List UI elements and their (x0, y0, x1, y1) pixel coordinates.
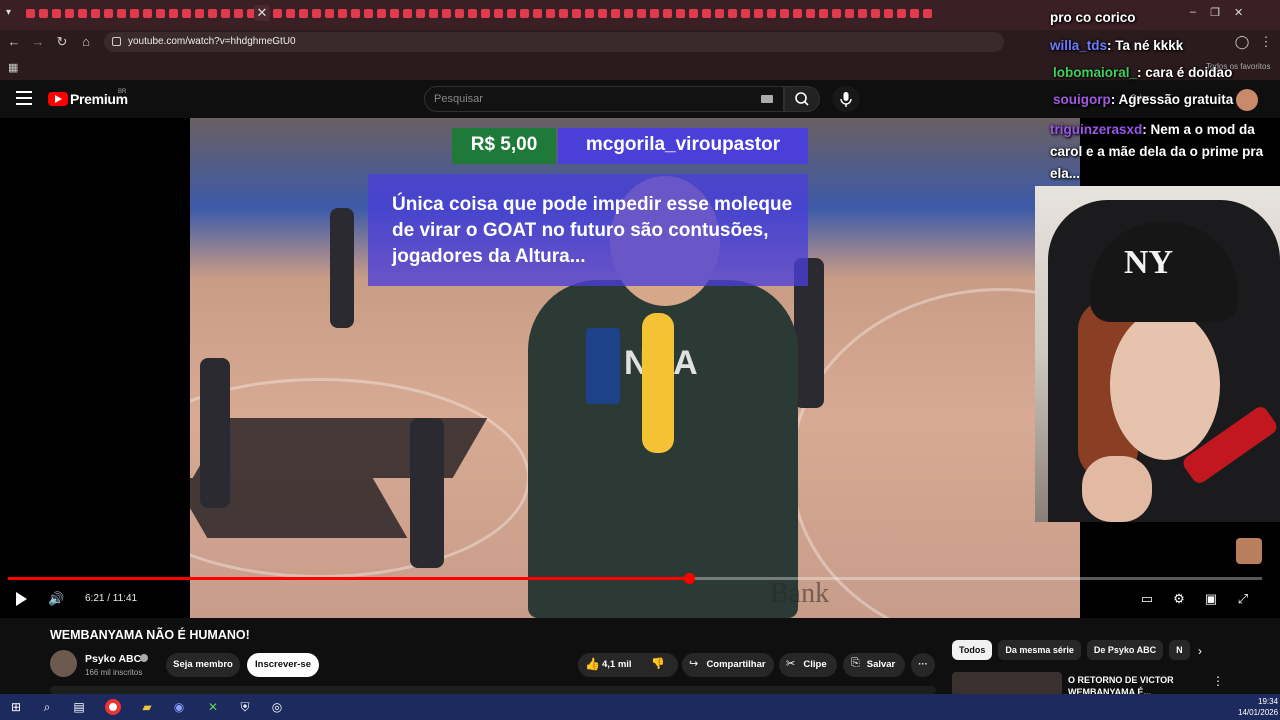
small-avatar (1236, 538, 1262, 564)
like-count: 4,1 mil (602, 659, 632, 670)
search-icon (795, 92, 809, 106)
back-icon[interactable]: ← (6, 34, 22, 50)
verified-icon (140, 654, 148, 662)
search-input[interactable] (434, 92, 734, 106)
chat-username: lobomaioral_ (1053, 65, 1138, 80)
chip-all[interactable]: Todos (952, 640, 993, 660)
thumbs-up-icon: 👍 (585, 657, 600, 671)
court-sponsor-text: Bank (770, 578, 830, 609)
close-window-icon[interactable]: ✕ (1234, 6, 1243, 19)
streamer-face (1110, 310, 1220, 460)
save-label: Salvar (866, 659, 896, 670)
subscriber-count: 166 mil inscritos (85, 668, 143, 677)
chat-message: pro co corico (1050, 10, 1136, 25)
home-icon[interactable]: ⌂ (78, 34, 94, 50)
clock-date: 14/01/2026 (1238, 708, 1279, 717)
time-display: 6:21 / 11:41 (85, 593, 138, 604)
rubber-chicken-prop (642, 313, 674, 453)
share-icon: ↪ (689, 658, 699, 670)
minimize-icon[interactable]: – (1190, 6, 1196, 19)
chat-username: willa_tds (1050, 38, 1108, 53)
play-button[interactable] (14, 592, 28, 606)
progress-played (8, 577, 689, 580)
channel-name[interactable]: Psyko ABC (85, 653, 141, 665)
chevron-right-icon[interactable]: › (1198, 644, 1202, 658)
settings-gear-icon[interactable]: ⚙ (1171, 591, 1187, 607)
chat-message: triguinzerasxd: Nem a o mod da carol e a… (1050, 122, 1264, 181)
progress-scrubber[interactable] (683, 573, 695, 584)
site-info-icon[interactable] (112, 37, 121, 46)
donation-amount: R$ 5,00 (470, 134, 538, 155)
search-icon[interactable]: ⌕ (38, 698, 56, 716)
shield-icon[interactable]: ⛨ (236, 698, 254, 716)
microphone-icon (840, 92, 852, 107)
recommended-more-icon[interactable]: ⋮ (1212, 674, 1224, 688)
windows-taskbar (0, 694, 1280, 720)
volume-icon[interactable]: 🔊 (48, 592, 64, 606)
donation-message: Única coisa que pode impedir esse molequ… (392, 194, 793, 267)
clock-time: 19:34 (1258, 697, 1279, 706)
recommended-title[interactable]: O RETORNO DE VICTOR WEMBANYAMA É... (1068, 674, 1208, 696)
subscribe-button[interactable]: Inscrever-se (247, 653, 319, 677)
menu-icon[interactable] (16, 91, 32, 105)
chat-username: souigorp (1053, 92, 1111, 107)
streamer-hand (1082, 456, 1152, 522)
youtube-logo-icon[interactable] (48, 92, 68, 106)
share-label: Compartilhar (706, 659, 766, 670)
search-button[interactable] (784, 86, 820, 112)
discord-icon[interactable]: ◉ (170, 698, 188, 716)
miniplayer-icon[interactable]: ▣ (1203, 591, 1219, 607)
tab-search-icon[interactable]: ▾ (6, 7, 22, 23)
join-button[interactable]: Seja membro (166, 653, 240, 677)
chat-message: lobomaioral_: cara é doidao (1053, 65, 1233, 80)
chip-next[interactable]: N (1169, 640, 1190, 660)
nba-logo-icon (586, 328, 620, 404)
forward-icon[interactable]: → (30, 34, 46, 50)
thumbs-down-icon[interactable]: 👎 (651, 657, 665, 670)
xbox-icon[interactable]: ✕ (204, 698, 222, 716)
reload-icon[interactable]: ↻ (54, 34, 70, 50)
windows-start-icon[interactable]: ⊞ (7, 698, 25, 716)
profile-icon[interactable]: ◯ (1234, 34, 1250, 50)
bookmark-icon: ⎘ (851, 657, 860, 669)
donor-name: mcgorila_viroupastor (585, 134, 781, 155)
channel-avatar[interactable] (50, 650, 77, 677)
chip-from-channel[interactable]: De Psyko ABC (1086, 640, 1164, 660)
url-text[interactable]: youtube.com/watch?v=hhdghmeGtU0 (128, 36, 296, 47)
chrome-icon[interactable] (105, 699, 121, 715)
chip-same-series[interactable]: Da mesma série (998, 640, 1081, 660)
account-avatar[interactable] (1236, 89, 1258, 111)
tab-strip[interactable] (26, 9, 1076, 19)
chat-username: triguinzerasxd (1050, 122, 1143, 137)
chat-message: willa_tds: Ta né kkkk (1050, 38, 1184, 53)
more-actions-button[interactable]: ··· (911, 653, 935, 677)
browser-menu-icon[interactable]: ⋮ (1258, 34, 1274, 50)
scissors-icon: ✂ (786, 658, 796, 670)
apps-grid-icon[interactable]: ▦ (8, 61, 18, 74)
window-controls: – ❐ ✕ (1190, 6, 1243, 19)
fullscreen-icon[interactable]: ⤢ (1235, 591, 1251, 607)
obs-icon[interactable]: ◎ (268, 698, 286, 716)
description-box[interactable] (50, 686, 936, 694)
chat-message: souigorp: Agressão gratuita (1053, 92, 1234, 107)
active-tab-close-icon[interactable]: ✕ (254, 5, 270, 21)
voice-search-button[interactable] (832, 86, 860, 112)
task-view-icon[interactable]: ▤ (70, 698, 88, 716)
recommended-thumbnail[interactable] (952, 672, 1062, 696)
related-chips: Todos Da mesma série De Psyko ABC N (952, 640, 1190, 660)
taskbar-clock[interactable]: 19:34 14/01/2026 (1238, 696, 1278, 718)
subtitles-icon[interactable]: ▭ (1139, 591, 1155, 607)
cap-logo-text: NY (1124, 244, 1174, 281)
keyboard-icon[interactable] (761, 95, 773, 103)
restore-icon[interactable]: ❐ (1210, 6, 1220, 19)
region-label: BR (118, 89, 127, 95)
clip-label: Clipe (803, 659, 827, 670)
video-title: WEMBANYAMA NÃO É HUMANO! (50, 628, 250, 642)
file-explorer-icon[interactable]: ▰ (138, 698, 156, 716)
